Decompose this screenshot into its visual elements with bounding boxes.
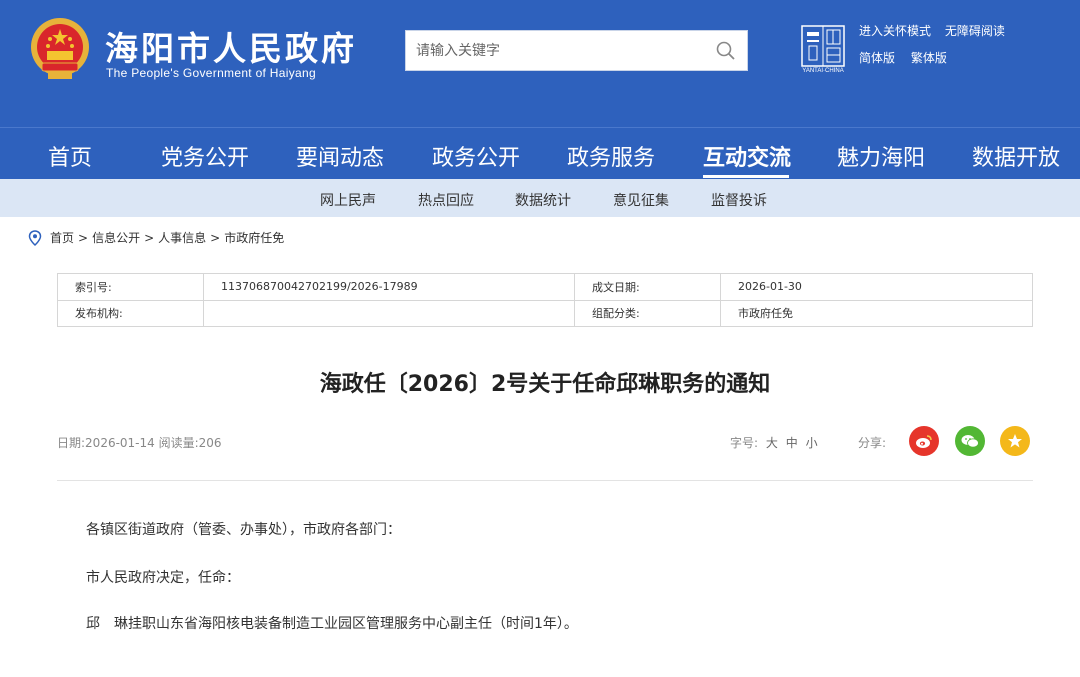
accessible-reading-link[interactable]: 无障碍阅读 bbox=[945, 24, 1005, 38]
share-wechat-button[interactable] bbox=[955, 426, 985, 456]
breadcrumb: 首页 > 信息公开 > 人事信息 > 市政府任免 bbox=[28, 229, 284, 246]
org-value bbox=[203, 299, 575, 327]
document-info-table: 索引号: 113706870042702199/2026-17989 成文日期:… bbox=[57, 273, 1033, 327]
org-label: 发布机构: bbox=[57, 299, 204, 327]
breadcrumb-appointments[interactable]: 市政府任免 bbox=[224, 229, 284, 246]
subnav-complaints[interactable]: 监督投诉 bbox=[711, 190, 767, 210]
font-size-medium[interactable]: 中 bbox=[786, 436, 798, 450]
breadcrumb-info-disclosure[interactable]: 信息公开 bbox=[92, 229, 140, 246]
top-links-row1: 进入关怀模式 无障碍阅读 bbox=[859, 22, 1015, 39]
article-paragraph: 邱 琳挂职山东省海阳核电装备制造工业园区管理服务中心副主任（时间1年）。 bbox=[86, 616, 578, 632]
article-meta: 日期:2026-01-14 阅读量:206 bbox=[57, 436, 222, 450]
national-emblem-icon bbox=[31, 18, 89, 79]
subnav-statistics[interactable]: 数据统计 bbox=[515, 190, 571, 210]
search-icon[interactable] bbox=[715, 40, 737, 62]
search-input[interactable] bbox=[406, 31, 706, 70]
site-title: 海阳市人民政府 bbox=[105, 29, 357, 68]
site-header: 海阳市人民政府 The People's Government of Haiya… bbox=[0, 0, 1080, 127]
category-value: 市政府任免 bbox=[720, 299, 1033, 327]
article-paragraph: 各镇区街道政府（管委、办事处），市政府各部门： bbox=[86, 522, 401, 538]
date-value: 2026-01-30 bbox=[720, 273, 1033, 301]
article-title: 海政任〔2026〕2号关于任命邱琳职务的通知 bbox=[319, 372, 771, 397]
breadcrumb-home[interactable]: 首页 bbox=[50, 229, 74, 246]
top-links-row2: 简体版 繁体版 bbox=[859, 49, 959, 66]
share-weibo-button[interactable] bbox=[909, 426, 939, 456]
sub-nav: 网上民声 热点回应 数据统计 意见征集 监督投诉 bbox=[0, 179, 1080, 217]
star-icon bbox=[1008, 434, 1022, 448]
traditional-chinese-link[interactable]: 繁体版 bbox=[911, 51, 947, 65]
share-favorite-button[interactable] bbox=[1000, 426, 1030, 456]
nav-open-data[interactable]: 数据开放 bbox=[972, 140, 1060, 172]
font-size-large[interactable]: 大 bbox=[766, 436, 778, 450]
weibo-icon bbox=[916, 435, 932, 448]
location-pin-icon bbox=[28, 229, 42, 246]
subnav-opinion-collection[interactable]: 意见征集 bbox=[613, 190, 669, 210]
nav-charm-haiyang[interactable]: 魅力海阳 bbox=[837, 140, 925, 172]
nav-home[interactable]: 首页 bbox=[48, 140, 92, 172]
category-label: 组配分类: bbox=[574, 299, 721, 327]
share-label: 分享: bbox=[858, 436, 887, 450]
table-row: 发布机构: 组配分类: 市政府任免 bbox=[57, 299, 1033, 327]
seal-caption: YANTAI·CHINA bbox=[802, 68, 844, 74]
content-divider bbox=[57, 480, 1033, 481]
font-size-label: 字号: bbox=[730, 436, 759, 450]
date-label: 成文日期: bbox=[574, 273, 721, 301]
wechat-icon bbox=[961, 435, 979, 448]
index-label: 索引号: bbox=[57, 273, 204, 301]
subnav-online-voice[interactable]: 网上民声 bbox=[320, 190, 376, 210]
site-title-en: The People's Government of Haiyang bbox=[106, 66, 316, 80]
main-nav: 首页 党务公开 要闻动态 政务公开 政务服务 互动交流 魅力海阳 数据开放 bbox=[0, 127, 1080, 179]
breadcrumb-personnel[interactable]: 人事信息 bbox=[158, 229, 206, 246]
subnav-hot-response[interactable]: 热点回应 bbox=[418, 190, 474, 210]
nav-government-affairs[interactable]: 政务公开 bbox=[432, 140, 520, 172]
font-size-control: 字号: 大 中 小 bbox=[730, 434, 818, 451]
nav-interaction[interactable]: 互动交流 bbox=[703, 140, 791, 172]
nav-government-services[interactable]: 政务服务 bbox=[567, 140, 655, 172]
index-value: 113706870042702199/2026-17989 bbox=[203, 273, 575, 301]
care-mode-link[interactable]: 进入关怀模式 bbox=[859, 24, 931, 38]
table-row: 索引号: 113706870042702199/2026-17989 成文日期:… bbox=[57, 273, 1033, 301]
nav-news[interactable]: 要闻动态 bbox=[296, 140, 384, 172]
nav-party-affairs[interactable]: 党务公开 bbox=[161, 140, 249, 172]
font-size-small[interactable]: 小 bbox=[806, 436, 818, 450]
article-paragraph: 市人民政府决定，任命： bbox=[86, 570, 240, 586]
search-bar bbox=[405, 30, 748, 71]
nav-active-indicator bbox=[703, 175, 789, 178]
simplified-chinese-link[interactable]: 简体版 bbox=[859, 51, 895, 65]
